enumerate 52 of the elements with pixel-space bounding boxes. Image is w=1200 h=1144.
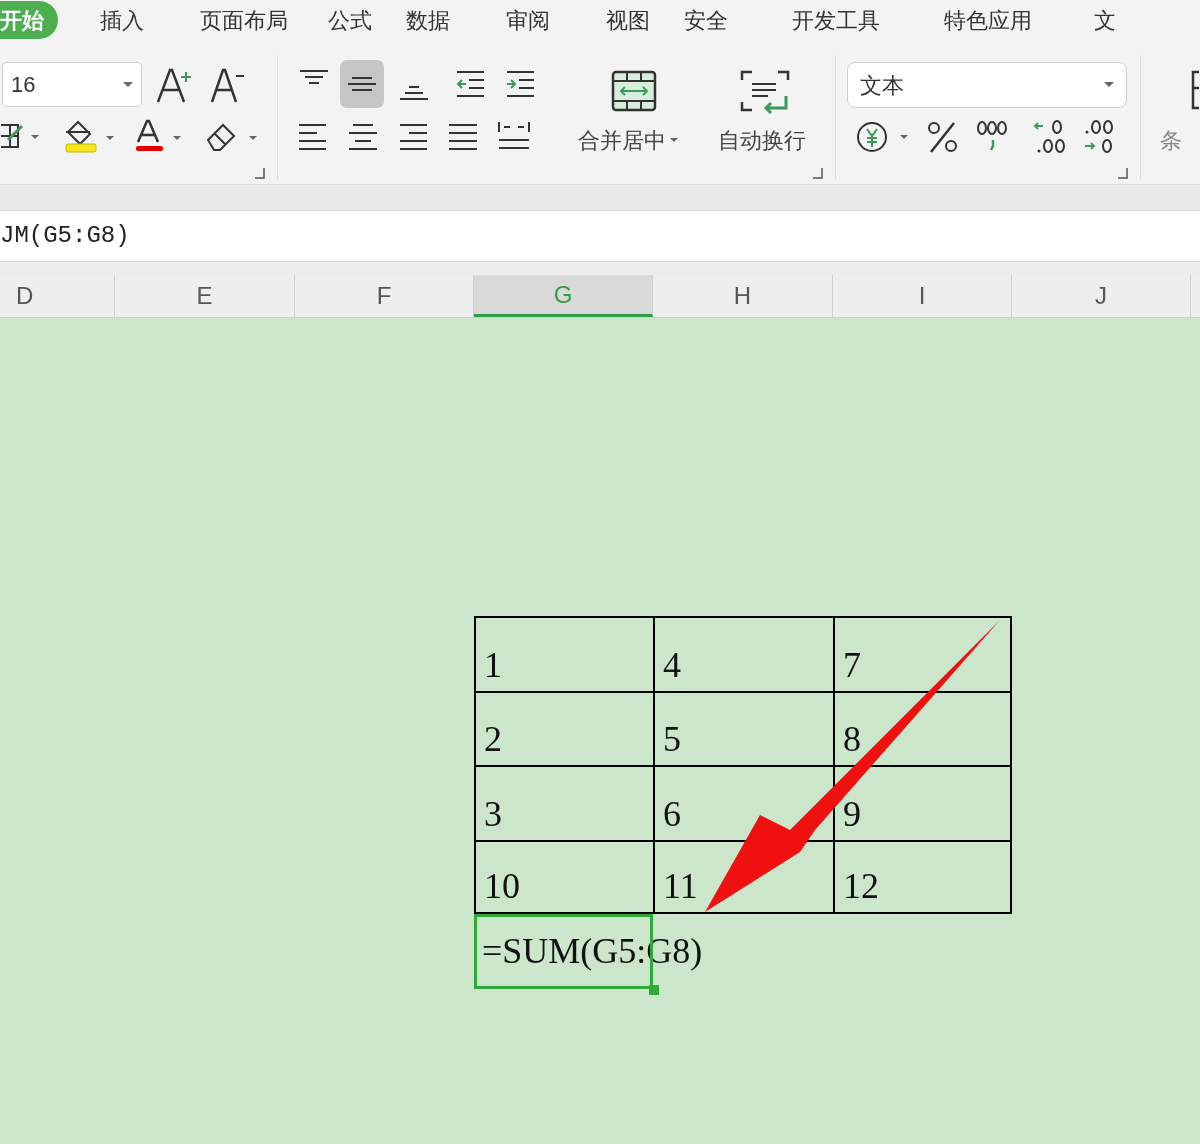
table-cell: 3 bbox=[474, 765, 653, 840]
column-header[interactable]: E bbox=[115, 275, 295, 317]
thousands-separator-icon[interactable] bbox=[976, 118, 1010, 152]
number-format-dropdown[interactable]: 文本 bbox=[847, 62, 1127, 108]
wrap-text-button[interactable]: 自动换行 bbox=[718, 124, 806, 157]
align-lines-icon bbox=[299, 69, 329, 85]
increase-indent-icon[interactable] bbox=[505, 70, 535, 98]
column-header[interactable]: H bbox=[653, 275, 833, 317]
align-left-icon[interactable] bbox=[298, 123, 328, 151]
dialog-launcher-icon[interactable] bbox=[1117, 167, 1129, 179]
column-header[interactable]: I bbox=[833, 275, 1012, 317]
table-cell: 5 bbox=[653, 690, 833, 765]
table-cell: 1 bbox=[474, 616, 653, 691]
caret-icon bbox=[1104, 82, 1114, 88]
align-right-icon[interactable] bbox=[398, 123, 428, 151]
ribbon-tab[interactable]: 审阅 bbox=[506, 1, 550, 39]
column-header[interactable]: J bbox=[1012, 275, 1191, 317]
align-lines-icon bbox=[347, 76, 377, 92]
ribbon-tab[interactable]: 页面布局 bbox=[200, 1, 288, 39]
ribbon-tab[interactable]: 安全 bbox=[684, 1, 728, 39]
align-middle-button[interactable] bbox=[340, 60, 384, 108]
ribbon-tab[interactable]: 特色应用 bbox=[944, 1, 1032, 39]
column-header[interactable]: D bbox=[0, 275, 115, 317]
ribbon-tab[interactable]: 插入 bbox=[100, 1, 144, 39]
table-cell: 10 bbox=[474, 839, 653, 914]
merge-center-button[interactable]: 合并居中 bbox=[578, 124, 678, 157]
table-cell: 12 bbox=[833, 839, 1012, 914]
merge-cells-icon[interactable] bbox=[611, 70, 657, 112]
ribbon-tab[interactable]: 开发工具 bbox=[792, 1, 880, 39]
fill-handle[interactable] bbox=[649, 984, 659, 995]
ribbon-tab[interactable]: 视图 bbox=[606, 1, 650, 39]
align-lines-icon bbox=[399, 85, 429, 101]
caret-icon bbox=[670, 138, 678, 143]
ribbon-tab[interactable]: 文 bbox=[1094, 1, 1116, 39]
font-size-value: 16 bbox=[11, 71, 36, 99]
ribbon-tab[interactable]: 数据 bbox=[406, 1, 450, 39]
align-center-icon[interactable] bbox=[348, 123, 378, 151]
formula-bar-text[interactable]: JM(G5:G8) bbox=[0, 218, 130, 254]
percent-icon[interactable] bbox=[926, 120, 960, 154]
dialog-launcher-icon[interactable] bbox=[812, 167, 824, 179]
decrease-indent-icon[interactable] bbox=[455, 70, 485, 98]
number-format-value: 文本 bbox=[860, 71, 904, 100]
font-size-dropdown[interactable]: 16 bbox=[2, 62, 142, 107]
table-cell: 2 bbox=[474, 690, 653, 765]
fill-color-icon[interactable] bbox=[62, 118, 117, 156]
distributed-align-icon[interactable] bbox=[497, 120, 531, 152]
table-cell: 4 bbox=[653, 616, 833, 691]
dialog-launcher-icon[interactable] bbox=[254, 167, 266, 179]
wrap-text-icon[interactable] bbox=[740, 70, 790, 114]
ribbon-tab[interactable]: 公式 bbox=[328, 1, 372, 39]
justify-icon[interactable] bbox=[448, 123, 478, 151]
caret-icon bbox=[123, 81, 133, 88]
